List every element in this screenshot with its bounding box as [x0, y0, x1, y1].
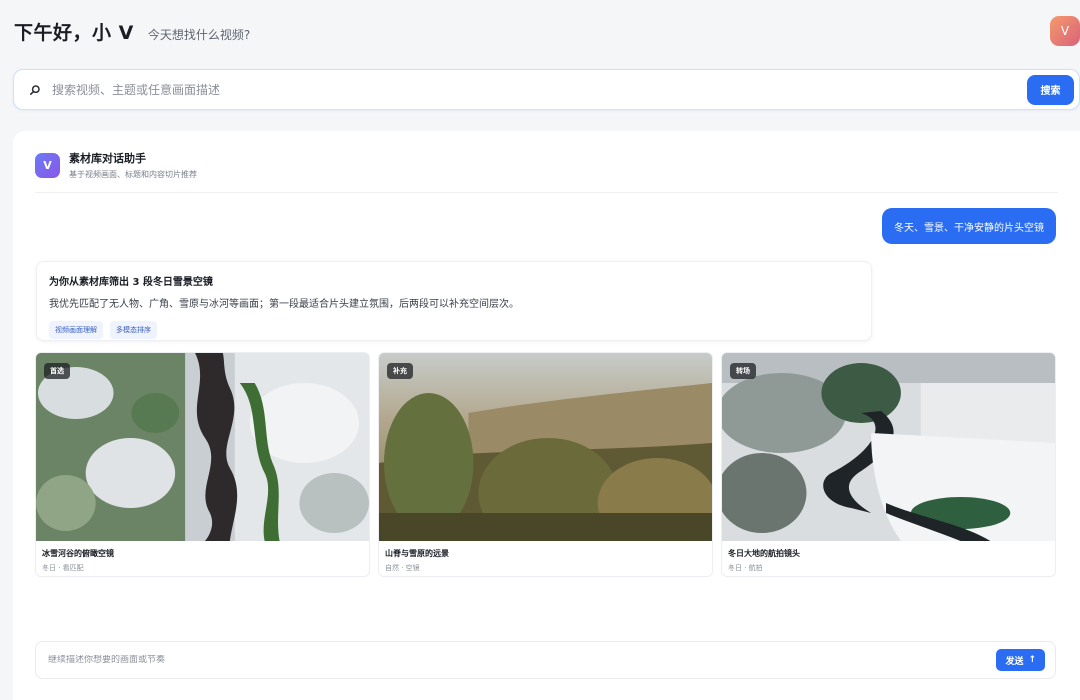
reply-title: 为你从素材库筛出 3 段冬日雪景空镜 [49, 277, 213, 288]
video-card[interactable]: 补充 山脊与雪原的远景 自然 · 空镜 [378, 352, 713, 577]
search-icon [28, 83, 42, 97]
assistant-reply-card: 为你从素材库筛出 3 段冬日雪景空镜 我优先匹配了无人物、广角、雪原与冰河等画面… [36, 261, 872, 341]
video-results: 首选 冰雪河谷的俯瞰空镜 冬日 · 看匹配 补充 山脊与雪原的远景 自然 · 空… [35, 352, 1056, 577]
greeting-subtitle: 今天想找什么视频? [147, 28, 251, 42]
send-button[interactable]: 发送 ↑ [996, 649, 1045, 671]
video-title: 山脊与雪原的远景 [385, 549, 449, 558]
video-thumbnail[interactable]: 首选 [36, 353, 369, 541]
tag-multimodal-ranking[interactable]: 多模态排序 [110, 321, 157, 339]
video-badge: 首选 [44, 363, 70, 379]
assistant-heading: 素材库对话助手 基于视频画面、标题和内容切片推荐 [69, 150, 197, 180]
reply-tags: 视频画面理解 多模态排序 [49, 321, 859, 339]
video-meta: 冬日 · 航拍 [728, 564, 763, 572]
send-label: 发送 [1005, 656, 1024, 667]
assistant-title: 素材库对话助手 [69, 152, 146, 165]
assistant-header: V 素材库对话助手 基于视频画面、标题和内容切片推荐 [35, 150, 197, 180]
user-message-bubble: 冬天、雪景、干净安静的片头空镜 [882, 208, 1056, 244]
video-thumbnail[interactable]: 补充 [379, 353, 712, 541]
header-divider [35, 192, 1058, 193]
video-badge: 转场 [730, 363, 756, 379]
video-meta: 冬日 · 看匹配 [42, 564, 84, 572]
video-card[interactable]: 首选 冰雪河谷的俯瞰空镜 冬日 · 看匹配 [35, 352, 370, 577]
video-meta: 自然 · 空镜 [385, 564, 420, 572]
page-header: 下午好，小 V 今天想找什么视频? [14, 18, 250, 45]
assistant-panel: V 素材库对话助手 基于视频画面、标题和内容切片推荐 冬天、雪景、干净安静的片头… [13, 131, 1080, 700]
greeting-title: 下午好，小 V [14, 22, 134, 44]
assistant-subtitle: 基于视频画面、标题和内容切片推荐 [69, 170, 197, 179]
search-bar: 搜索 [13, 69, 1080, 110]
video-title: 冬日大地的航拍镜头 [728, 549, 800, 558]
video-card[interactable]: 转场 冬日大地的航拍镜头 冬日 · 航拍 [721, 352, 1056, 577]
compose-bar: 发送 ↑ [35, 641, 1056, 679]
reply-body: 我优先匹配了无人物、广角、雪原与冰河等画面；第一段最适合片头建立氛围，后两段可以… [49, 299, 519, 310]
compose-input[interactable] [48, 655, 997, 665]
video-badge: 补充 [387, 363, 413, 379]
search-button[interactable]: 搜索 [1027, 74, 1074, 105]
user-avatar[interactable]: V [1050, 16, 1080, 46]
search-input[interactable] [52, 82, 1027, 97]
arrow-up-icon: ↑ [1028, 655, 1036, 665]
tag-video-understanding[interactable]: 视频画面理解 [49, 321, 103, 339]
video-thumbnail[interactable]: 转场 [722, 353, 1055, 541]
assistant-logo: V [35, 152, 60, 178]
video-title: 冰雪河谷的俯瞰空镜 [42, 549, 114, 558]
